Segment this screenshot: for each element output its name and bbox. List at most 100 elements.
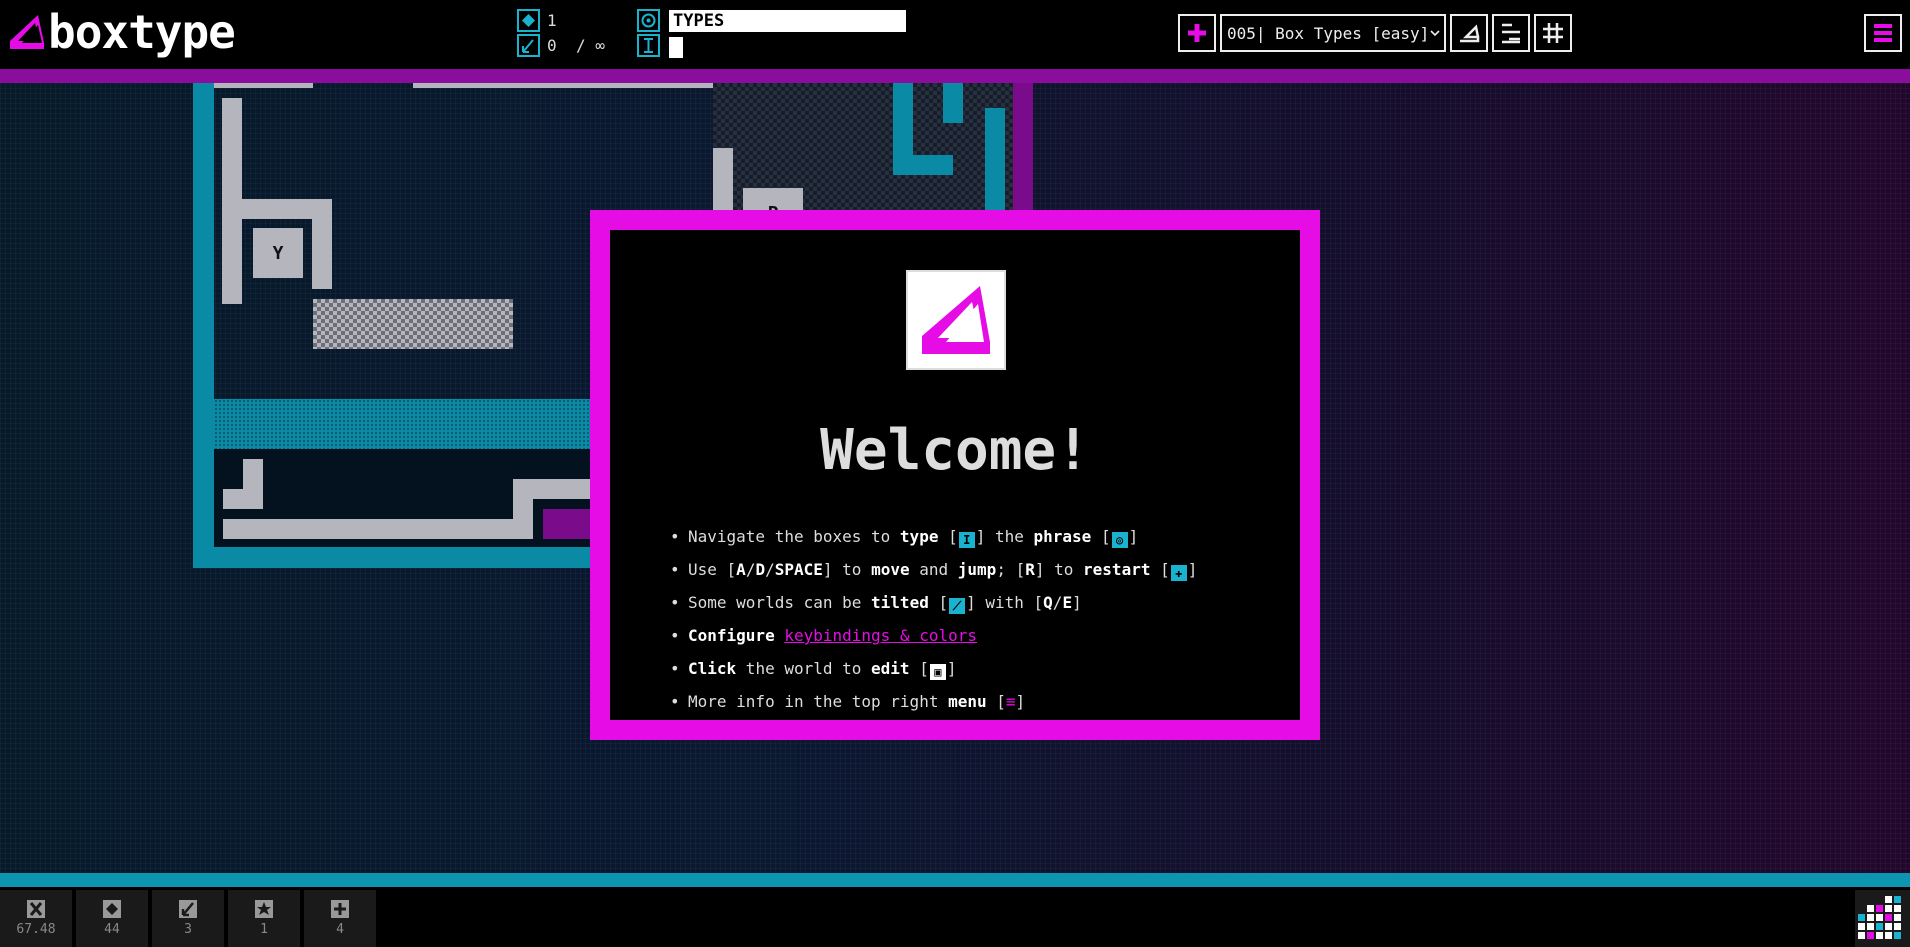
world-platform bbox=[214, 399, 610, 449]
stat-tilts-value: 3 bbox=[184, 922, 192, 937]
app-name: boxtype bbox=[48, 5, 236, 59]
world-wall bbox=[193, 83, 214, 568]
count-value: 1 bbox=[547, 11, 557, 30]
typed-input[interactable] bbox=[669, 37, 683, 58]
tilt-limit: / ∞ bbox=[576, 36, 605, 55]
diamond-icon bbox=[517, 9, 540, 32]
app-logo[interactable]: boxtype bbox=[8, 5, 236, 59]
tilt-button[interactable] bbox=[1450, 14, 1488, 52]
instruction-controls: Use [A/D/SPACE] to move and jump; [R] to… bbox=[670, 553, 1197, 586]
plus-icon: ✚ bbox=[1170, 565, 1187, 581]
world-wall bbox=[222, 98, 242, 304]
plus-icon bbox=[331, 900, 349, 918]
level-select-value: 005| Box Types [easy] bbox=[1227, 23, 1430, 43]
text: Click bbox=[688, 659, 737, 678]
instruction-edit: Click the world to edit [▣] bbox=[670, 652, 1197, 685]
text: D bbox=[755, 560, 766, 579]
stat-time[interactable]: 67.48 bbox=[0, 890, 72, 947]
text: ] with [ bbox=[966, 593, 1044, 612]
tilt-value: 0 bbox=[547, 36, 557, 55]
instruction-configure: Configure keybindings & colors bbox=[670, 619, 1197, 652]
world-wall bbox=[943, 83, 963, 123]
diamond-icon bbox=[103, 900, 121, 918]
world-wall bbox=[513, 479, 533, 539]
text: [ bbox=[1150, 560, 1170, 579]
text: Q bbox=[1043, 593, 1053, 612]
phrase-display: TYPES bbox=[669, 10, 906, 32]
instruction-menu: More info in the top right menu [≡] bbox=[670, 685, 1197, 718]
tilt-shape-icon bbox=[1460, 24, 1480, 43]
tilt-icon bbox=[517, 34, 540, 57]
tilt-icon bbox=[179, 900, 197, 918]
stat-restarts[interactable]: 4 bbox=[304, 890, 376, 947]
text: ; [ bbox=[996, 560, 1026, 579]
text: ] to bbox=[822, 560, 872, 579]
text: ] bbox=[1072, 593, 1082, 612]
hamburger-icon bbox=[1874, 24, 1892, 42]
text: / bbox=[1052, 593, 1063, 612]
crumble-platform bbox=[313, 299, 513, 349]
align-button[interactable] bbox=[1492, 14, 1530, 52]
world-floor bbox=[223, 519, 533, 539]
text: phrase bbox=[1033, 527, 1092, 546]
hourglass-icon bbox=[27, 900, 45, 918]
world-ledge bbox=[214, 83, 313, 88]
target-icon: ◎ bbox=[1111, 532, 1128, 548]
text: More info in the top right bbox=[688, 692, 949, 711]
grid-icon bbox=[1543, 23, 1563, 43]
text: Configure bbox=[688, 626, 775, 645]
stat-tilts[interactable]: 3 bbox=[152, 890, 224, 947]
editor-toggle[interactable] bbox=[1855, 890, 1910, 947]
level-select[interactable]: 005| Box Types [easy] bbox=[1220, 14, 1446, 52]
stat-stars-value: 1 bbox=[260, 922, 268, 937]
menu-button[interactable] bbox=[1864, 14, 1902, 52]
text: ] bbox=[1015, 692, 1026, 711]
pixel-grid-icon bbox=[1858, 896, 1901, 939]
world-wall bbox=[312, 219, 332, 289]
restart-button[interactable] bbox=[1178, 14, 1216, 52]
stat-time-value: 67.48 bbox=[16, 922, 56, 937]
text: A bbox=[736, 560, 746, 579]
align-icon bbox=[1502, 23, 1520, 44]
stat-boxes[interactable]: 44 bbox=[76, 890, 148, 947]
welcome-modal: Welcome! Navigate the boxes to type [I] … bbox=[590, 210, 1320, 740]
text: R bbox=[1025, 560, 1035, 579]
text: [ bbox=[1091, 527, 1111, 546]
letter-box-y: Y bbox=[253, 228, 303, 278]
instruction-tilt: Some worlds can be tilted [⟋] with [Q/E] bbox=[670, 586, 1197, 619]
text: ] the bbox=[975, 527, 1034, 546]
grid-button[interactable] bbox=[1534, 14, 1572, 52]
text: type bbox=[899, 527, 939, 546]
text: [ bbox=[938, 527, 958, 546]
text: and bbox=[909, 560, 958, 579]
text: [ bbox=[909, 659, 929, 678]
text: menu bbox=[948, 692, 987, 711]
stat-stars[interactable]: 1 bbox=[228, 890, 300, 947]
text: the world to bbox=[736, 659, 872, 678]
text: restart bbox=[1083, 560, 1151, 579]
text: E bbox=[1062, 593, 1073, 612]
text: ] bbox=[1187, 560, 1198, 579]
top-bar: boxtype 1 0 / ∞ TYPES 005| Box Types [ea… bbox=[0, 0, 1910, 69]
text: [ bbox=[928, 593, 949, 612]
text: ] to bbox=[1034, 560, 1084, 579]
keybindings-link[interactable]: keybindings & colors bbox=[784, 626, 977, 645]
top-divider bbox=[0, 69, 1910, 83]
edit-icon: ▣ bbox=[929, 664, 946, 680]
player-box bbox=[543, 509, 593, 539]
text: jump bbox=[957, 560, 997, 579]
instructions-list: Navigate the boxes to type [I] the phras… bbox=[670, 520, 1197, 718]
text: / bbox=[765, 560, 775, 579]
text: edit bbox=[871, 659, 910, 678]
world-ledge bbox=[223, 489, 263, 509]
text: [ bbox=[986, 692, 1006, 711]
hamburger-icon: ≡ bbox=[1005, 692, 1016, 711]
world-ledge bbox=[893, 155, 953, 175]
logo-icon bbox=[906, 270, 1006, 370]
star-icon bbox=[255, 900, 273, 918]
cursor-icon bbox=[637, 34, 660, 57]
tilt-icon: ⟋ bbox=[949, 598, 966, 614]
stat-boxes-value: 44 bbox=[104, 922, 120, 937]
text: / bbox=[745, 560, 756, 579]
text: ] bbox=[946, 659, 957, 678]
